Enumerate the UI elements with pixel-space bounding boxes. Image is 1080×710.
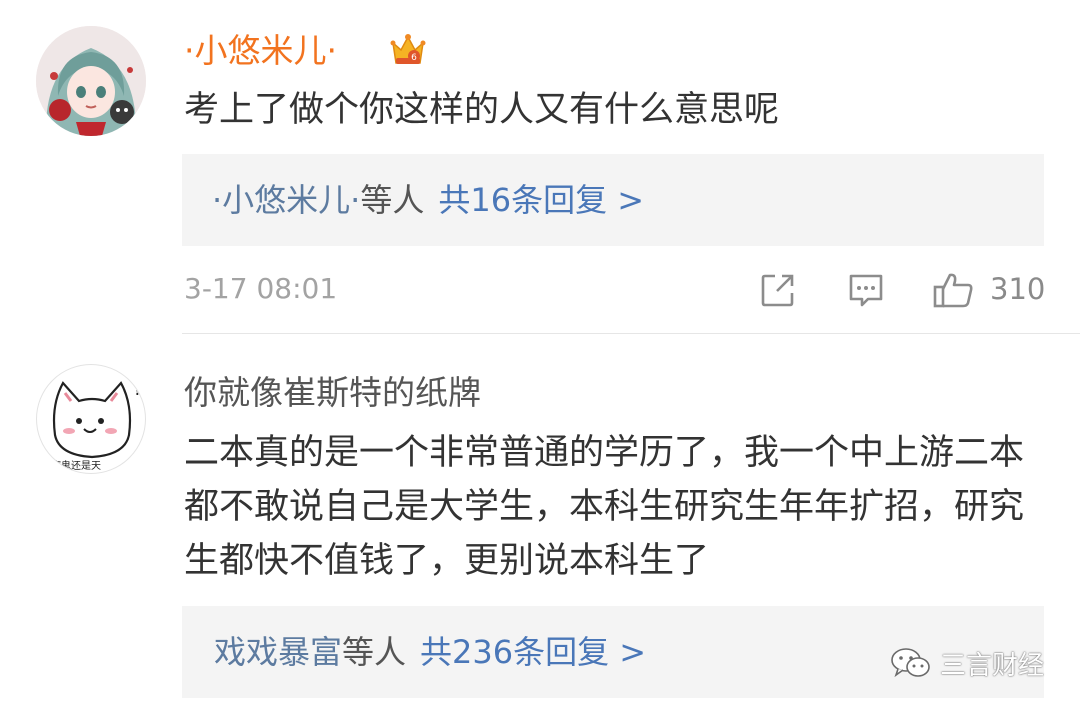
comment-icon (849, 274, 883, 307)
like-button[interactable] (932, 270, 976, 310)
wechat-icon (891, 648, 930, 678)
reply-summary[interactable]: ·小悠米儿·等人 共16条回复 > (182, 154, 1044, 246)
comment-text: 考上了做个你这样的人又有什么意思呢 (184, 90, 780, 130)
avatar[interactable] (36, 26, 146, 136)
reply-names[interactable]: 戏戏暴富 (214, 633, 342, 671)
crown-vip-icon: 6 (388, 30, 428, 70)
svg-text:?: ? (133, 379, 143, 400)
comment-text: 二本真的是一个非常普通的学历了，我一个中上游二本都不敢说自己是大学生，本科生研究… (184, 433, 1025, 581)
comment-item: ·小悠米儿· 6 考上了做个你这样的人又有什么意思呢 ·小悠米儿·等人 共16条回… (0, 0, 1080, 334)
reply-etc: 等人 (360, 181, 425, 219)
reply-count-link[interactable]: 共236条回复 > (420, 633, 646, 671)
share-button[interactable] (758, 270, 798, 310)
avatar-caption: 魔鬼还是天 (51, 461, 101, 472)
anime-girl-avatar-icon (36, 26, 146, 136)
share-icon (761, 274, 794, 307)
svg-text:6: 6 (411, 53, 417, 63)
like-count: 310 (990, 272, 1046, 306)
avatar[interactable]: ? 魔鬼还是天 (36, 364, 146, 474)
comment-button[interactable] (846, 270, 886, 310)
username[interactable]: ·小悠米儿· (184, 24, 337, 72)
username[interactable]: 你就像崔斯特的纸牌 (184, 366, 481, 414)
thumbs-up-icon (933, 273, 973, 308)
watermark-text: 三言财经 (940, 650, 1045, 681)
reply-etc: 等人 (342, 633, 407, 671)
reply-names[interactable]: ·小悠米儿· (212, 181, 360, 219)
watermark: 三言财经 (890, 641, 1044, 685)
timestamp: 3-17 08:01 (184, 272, 338, 305)
reply-count-link[interactable]: 共16条回复 > (438, 181, 644, 219)
